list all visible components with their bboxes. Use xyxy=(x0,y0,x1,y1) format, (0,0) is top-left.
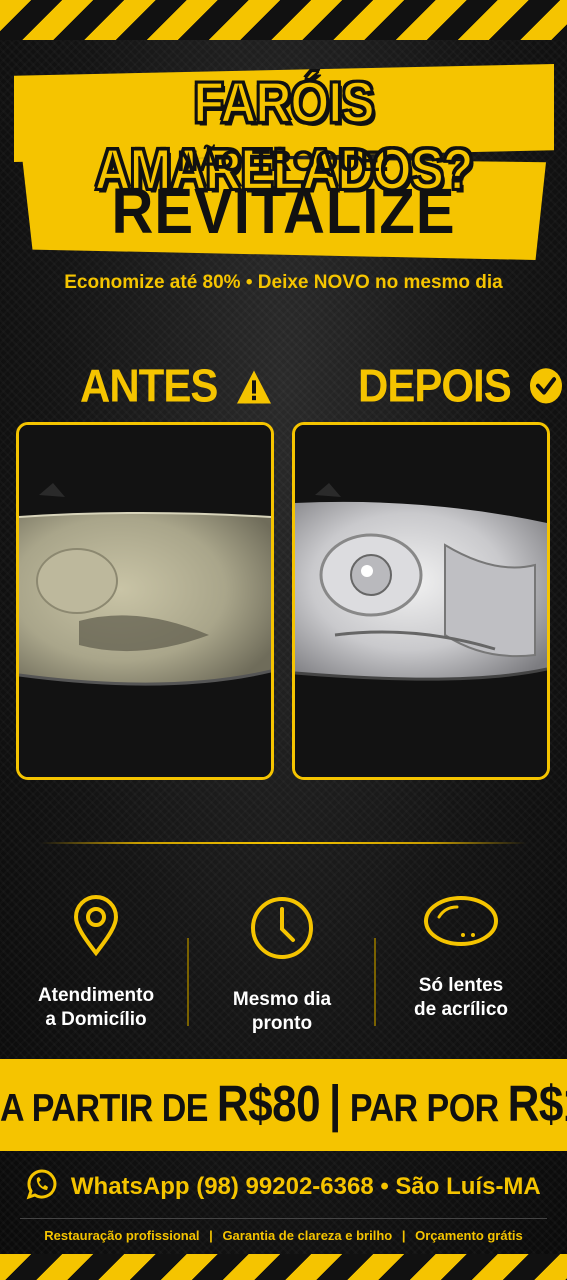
advertisement-poster: FARÓIS AMARELADOS? NÃO TROQUE! REVITALIZ… xyxy=(0,0,567,1280)
footer-divider xyxy=(20,1218,547,1219)
lens-icon xyxy=(371,895,551,952)
check-circle-icon xyxy=(529,363,563,416)
clock-icon xyxy=(192,895,372,966)
subheadline: Economize até 80% • Deixe NOVO no mesmo … xyxy=(64,272,503,293)
feature-acrylic-lenses: Só lentes de acrílico xyxy=(371,895,551,1022)
hazard-stripe-bottom xyxy=(0,1254,567,1280)
after-headlight-photo xyxy=(292,422,550,780)
feature-separator xyxy=(187,938,189,1026)
feature-same-day: Mesmo dia pronto xyxy=(192,895,372,1036)
hazard-stripe-top xyxy=(0,0,567,40)
after-label: DEPOIS xyxy=(358,359,563,415)
price-text: A PARTIR DE R$80 | PAR POR R$150 xyxy=(0,1076,567,1134)
single-price: R$80 xyxy=(216,1076,321,1133)
before-label: ANTES xyxy=(80,359,272,415)
section-divider xyxy=(40,842,527,844)
warning-icon xyxy=(236,363,272,416)
whatsapp-icon xyxy=(26,1168,58,1207)
before-headlight-photo xyxy=(16,422,274,780)
footer-features: Restauração profissional | Garantia de c… xyxy=(44,1228,523,1243)
pair-price: R$150 xyxy=(507,1076,567,1133)
feature-home-service: Atendimento a Domicílio xyxy=(6,895,186,1032)
location-pin-icon xyxy=(6,895,186,962)
headline-revitalize: REVITALIZE xyxy=(111,175,456,248)
contact-line[interactable]: WhatsApp (98) 99202-6368 • São Luís-MA xyxy=(0,1168,567,1207)
